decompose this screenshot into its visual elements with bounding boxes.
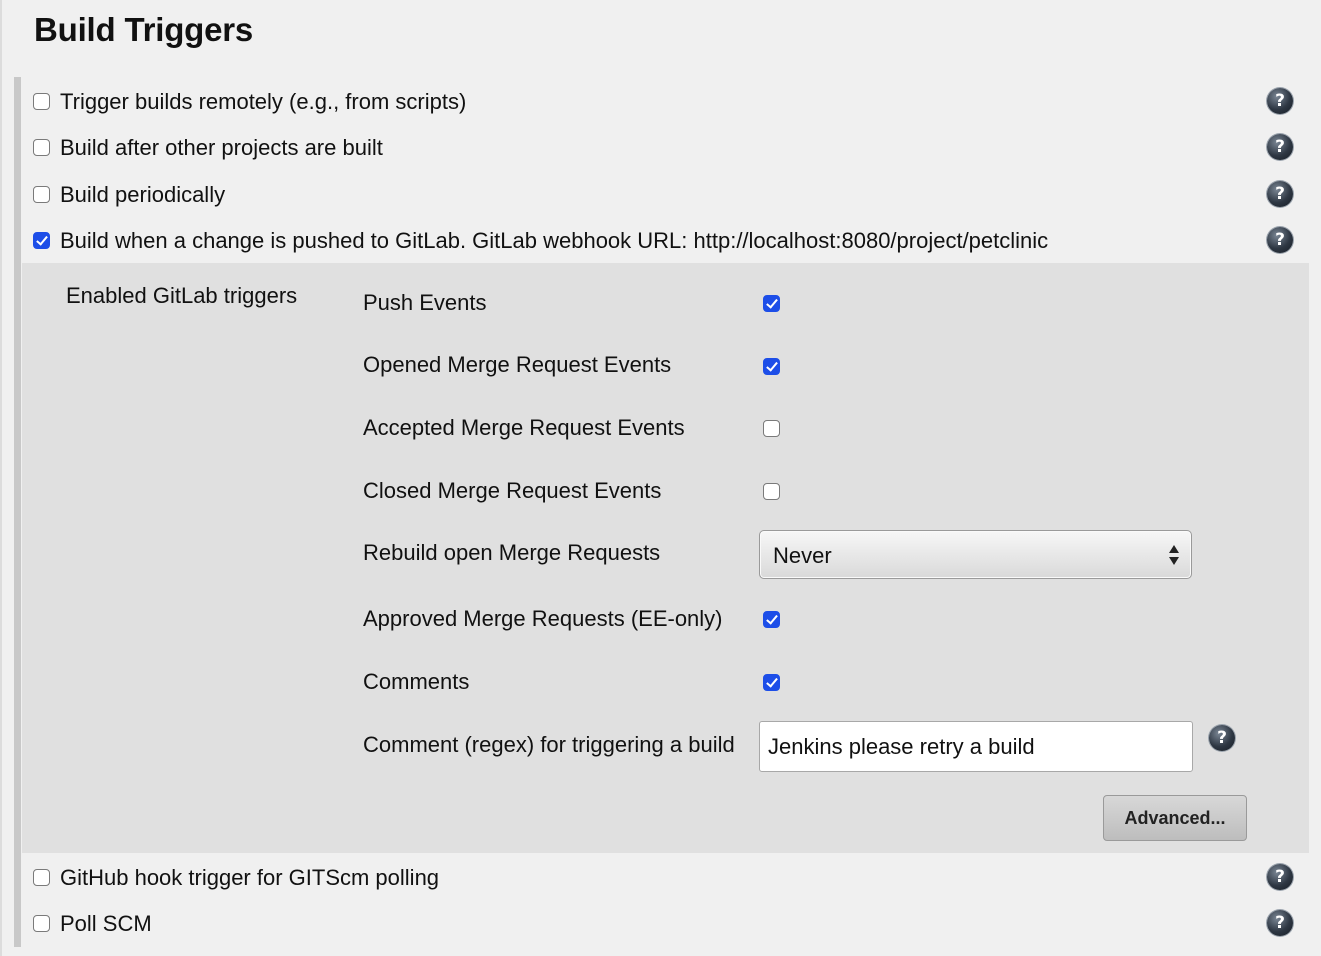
- section-title: Build Triggers: [34, 11, 254, 48]
- help-icon[interactable]: ?: [1267, 88, 1293, 114]
- trigger-remote-label[interactable]: Trigger builds remotely (e.g., from scri…: [60, 89, 466, 115]
- rebuild-open-mr-label: Rebuild open Merge Requests: [363, 540, 661, 565]
- trigger-remote-checkbox[interactable]: [33, 93, 50, 110]
- comment-regex-label: Comment (regex) for triggering a build: [363, 732, 735, 757]
- trigger-poll-scm-label[interactable]: Poll SCM: [60, 911, 152, 937]
- trigger-after-other-checkbox[interactable]: [33, 139, 50, 156]
- trigger-row-gitlab: Build when a change is pushed to GitLab.…: [22, 217, 1309, 263]
- help-icon[interactable]: ?: [1267, 864, 1293, 890]
- help-icon[interactable]: ?: [1267, 227, 1293, 253]
- trigger-row-poll-scm: Poll SCM ?: [22, 900, 1309, 946]
- push-events-checkbox[interactable]: [763, 295, 780, 312]
- gitlab-triggers-panel: Enabled GitLab triggers Push Events Open…: [22, 263, 1309, 853]
- comment-regex-input[interactable]: [759, 721, 1193, 772]
- push-events-label: Push Events: [363, 290, 487, 315]
- trigger-row-remote: Trigger builds remotely (e.g., from scri…: [22, 78, 1309, 124]
- closed-mr-events-checkbox[interactable]: [763, 483, 780, 500]
- comments-label: Comments: [363, 669, 470, 694]
- trigger-row-github-hook: GitHub hook trigger for GITScm polling ?: [22, 854, 1309, 900]
- rebuild-open-mr-value: Never: [773, 543, 832, 568]
- trigger-github-hook-label[interactable]: GitHub hook trigger for GITScm polling: [60, 865, 439, 891]
- advanced-button[interactable]: Advanced...: [1103, 795, 1247, 841]
- trigger-periodic-checkbox[interactable]: [33, 186, 50, 203]
- closed-mr-events-label: Closed Merge Request Events: [363, 478, 662, 503]
- trigger-gitlab-checkbox[interactable]: [33, 232, 50, 249]
- trigger-gitlab-label[interactable]: Build when a change is pushed to GitLab.…: [60, 228, 1048, 254]
- rebuild-open-mr-select[interactable]: Never: [759, 530, 1192, 579]
- help-icon[interactable]: ?: [1267, 181, 1293, 207]
- trigger-row-periodic: Build periodically ?: [22, 171, 1309, 217]
- opened-mr-events-checkbox[interactable]: [763, 358, 780, 375]
- section-indent-bar: [14, 77, 21, 947]
- help-icon[interactable]: ?: [1209, 725, 1235, 751]
- trigger-periodic-label[interactable]: Build periodically: [60, 182, 225, 208]
- trigger-row-after-other: Build after other projects are built ?: [22, 124, 1309, 170]
- opened-mr-events-label: Opened Merge Request Events: [363, 352, 672, 377]
- trigger-github-hook-checkbox[interactable]: [33, 869, 50, 886]
- trigger-after-other-label[interactable]: Build after other projects are built: [60, 135, 383, 161]
- accepted-mr-events-label: Accepted Merge Request Events: [363, 415, 685, 440]
- accepted-mr-events-checkbox[interactable]: [763, 420, 780, 437]
- trigger-poll-scm-checkbox[interactable]: [33, 915, 50, 932]
- approved-mr-checkbox[interactable]: [763, 611, 780, 628]
- help-icon[interactable]: ?: [1267, 910, 1293, 936]
- approved-mr-label: Approved Merge Requests (EE-only): [363, 606, 723, 631]
- select-arrows-icon: [1168, 542, 1180, 568]
- help-icon[interactable]: ?: [1267, 134, 1293, 160]
- page-left-border: [0, 0, 2, 956]
- comments-checkbox[interactable]: [763, 674, 780, 691]
- gitlab-triggers-title: Enabled GitLab triggers: [66, 283, 298, 308]
